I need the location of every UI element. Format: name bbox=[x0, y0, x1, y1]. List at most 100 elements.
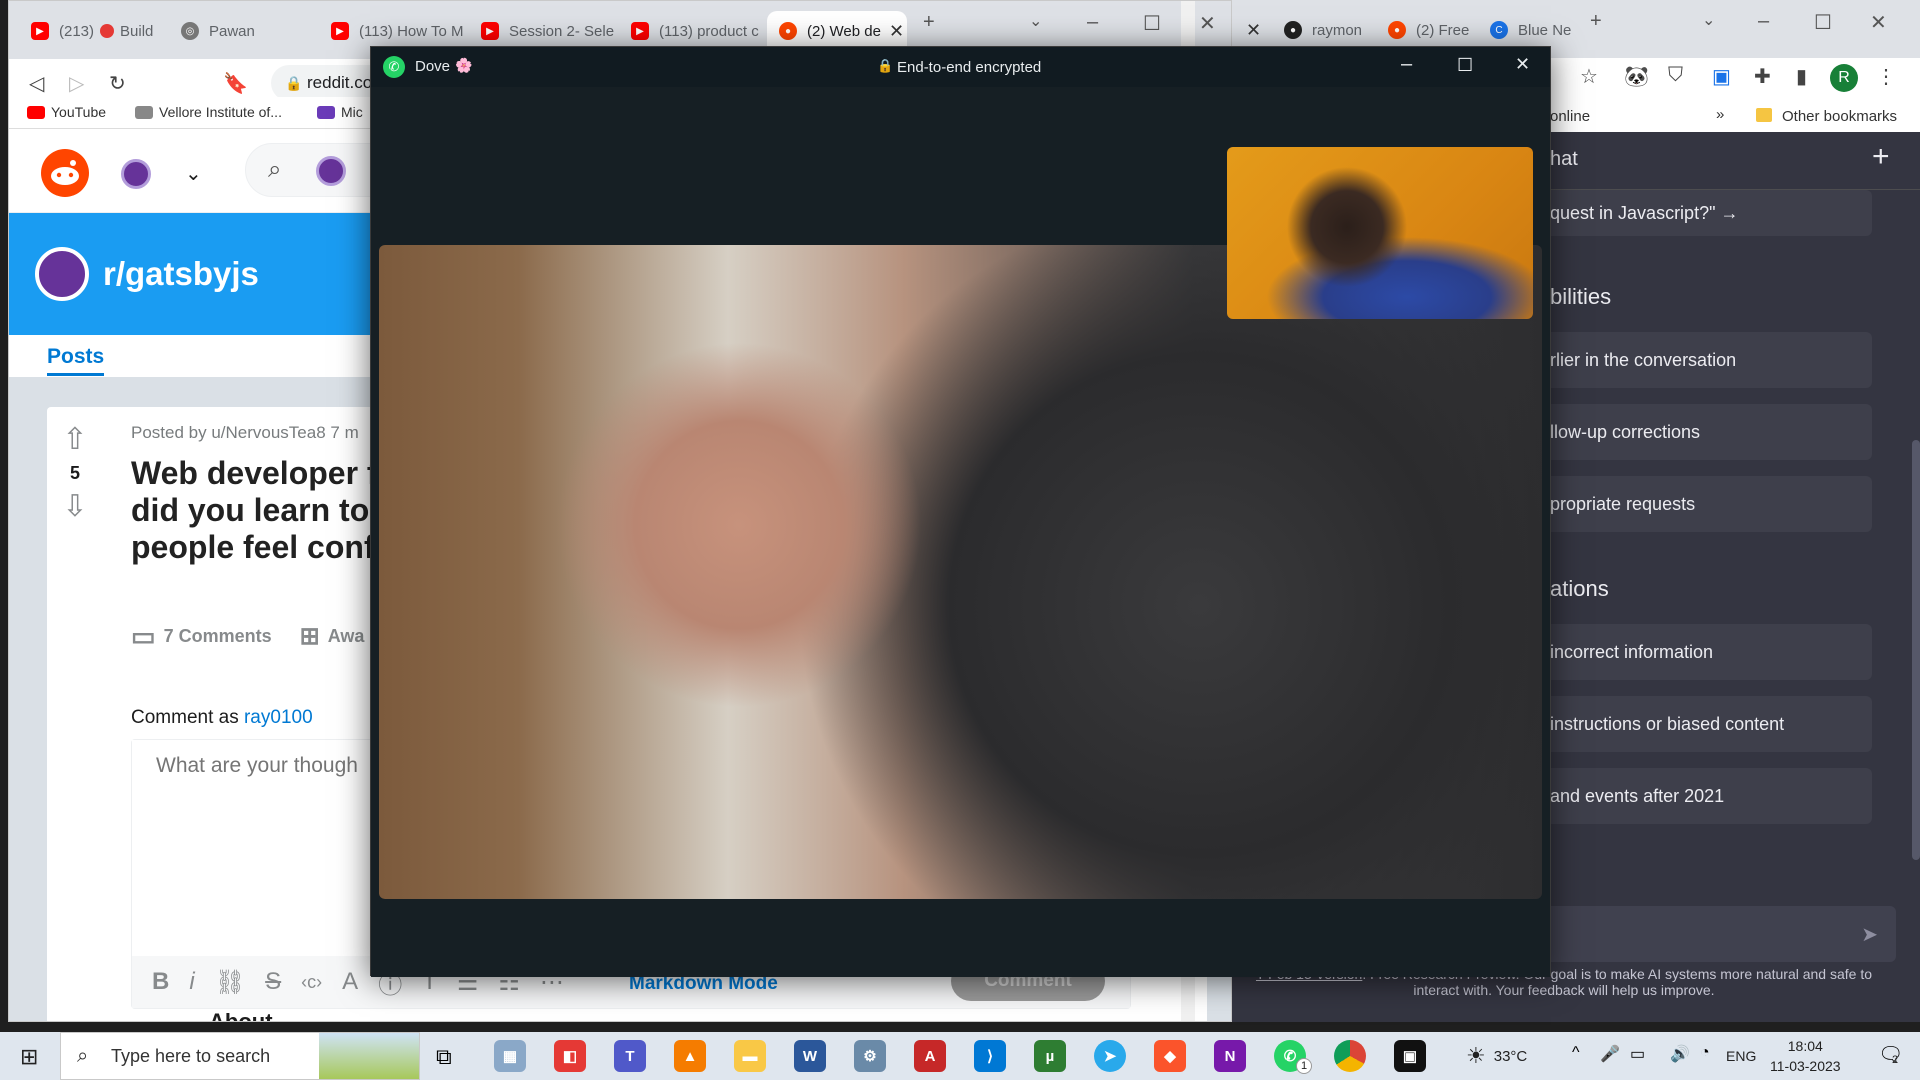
bookmark-mic[interactable]: Mic bbox=[317, 104, 363, 120]
back-icon[interactable]: ◁ bbox=[29, 71, 44, 96]
close-window-icon[interactable]: ✕ bbox=[1199, 11, 1216, 36]
bookmark-star-icon[interactable]: ☆ bbox=[1580, 64, 1598, 89]
new-tab-icon[interactable]: + bbox=[1590, 10, 1602, 33]
post-actions: ▭ 7 Comments ⊞ Awa bbox=[131, 621, 364, 652]
utorrent-icon[interactable]: µ bbox=[1034, 1040, 1066, 1072]
chat-scrollbar[interactable] bbox=[1912, 440, 1920, 860]
community-icon[interactable] bbox=[121, 159, 151, 189]
other-bookmarks[interactable]: Other bookmarks bbox=[1782, 108, 1897, 125]
wifi-icon[interactable]: ◔ bbox=[1700, 1044, 1710, 1062]
comments-button[interactable]: ▭ 7 Comments bbox=[131, 621, 272, 652]
bookmark-icon[interactable]: 🔖 bbox=[223, 71, 248, 96]
tab-blue-ne[interactable]: C Blue Ne bbox=[1478, 10, 1578, 50]
search-icon: ⌕ bbox=[77, 1045, 89, 1067]
notifications-icon[interactable]: 🗨 bbox=[1878, 1042, 1903, 1067]
remote-video-feed bbox=[379, 245, 1542, 899]
maximize-icon[interactable]: ☐ bbox=[1143, 11, 1161, 36]
code-icon[interactable]: ‹c› bbox=[301, 972, 322, 993]
language-indicator[interactable]: ENG bbox=[1726, 1032, 1756, 1080]
tab-how-to[interactable]: ▶ (113) How To M bbox=[319, 11, 469, 51]
tab-search-icon[interactable]: ⌄ bbox=[1029, 11, 1042, 31]
folder-icon bbox=[1756, 108, 1772, 122]
github-icon: ● bbox=[1284, 21, 1302, 39]
minimize-icon[interactable]: – bbox=[1087, 11, 1098, 34]
comment-as-label: Comment as ray0100 bbox=[131, 707, 313, 728]
downvote-icon[interactable]: ⇩ bbox=[61, 490, 89, 524]
windows-start-icon[interactable]: ⊞ bbox=[20, 1044, 38, 1070]
gatsby-icon bbox=[35, 247, 89, 301]
whatsapp-badge: 1 bbox=[1296, 1058, 1312, 1074]
bookmark-youtube[interactable]: YouTube bbox=[27, 104, 106, 120]
tab-posts[interactable]: Posts bbox=[47, 345, 105, 376]
strikethrough-icon[interactable]: S bbox=[265, 968, 281, 996]
font-icon[interactable]: A bbox=[342, 968, 358, 996]
tab-web-dev[interactable]: ● (2) Web de ✕ bbox=[767, 11, 907, 51]
minimize-icon[interactable]: – bbox=[1758, 10, 1769, 33]
app-red-icon[interactable]: ◧ bbox=[554, 1040, 586, 1072]
brave-icon[interactable]: ◆ bbox=[1154, 1040, 1186, 1072]
word-icon[interactable]: W bbox=[794, 1040, 826, 1072]
tab-github[interactable]: ● raymon bbox=[1272, 10, 1372, 50]
send-icon[interactable]: ➤ bbox=[1861, 922, 1878, 947]
chrome-icon[interactable] bbox=[1334, 1040, 1366, 1072]
clock[interactable]: 18:04 11-03-2023 bbox=[1770, 1032, 1841, 1080]
terminal-icon[interactable]: ▣ bbox=[1394, 1040, 1426, 1072]
shield-icon[interactable]: ⛉ bbox=[1668, 64, 1683, 87]
chevron-up-icon[interactable]: ^ bbox=[1572, 1044, 1580, 1062]
taskbar-search[interactable]: ⌕ Type here to search bbox=[60, 1032, 420, 1080]
bold-icon[interactable]: B bbox=[152, 968, 169, 996]
photos-icon[interactable]: ▦ bbox=[494, 1040, 526, 1072]
tab-session[interactable]: ▶ Session 2- Sele bbox=[469, 11, 619, 51]
forward-icon[interactable]: ▷ bbox=[69, 71, 84, 96]
file-explorer-icon[interactable]: ▬ bbox=[734, 1040, 766, 1072]
app-gear-icon[interactable]: ⚙ bbox=[854, 1040, 886, 1072]
save-icon[interactable]: ▣ bbox=[1712, 64, 1731, 89]
tab-product[interactable]: ▶ (113) product c bbox=[619, 11, 769, 51]
link-icon[interactable]: ⛓ bbox=[215, 968, 245, 997]
chevron-right-icon[interactable]: » bbox=[1716, 106, 1724, 123]
task-view-icon[interactable]: ⧉ bbox=[436, 1044, 452, 1070]
telegram-icon[interactable]: ➤ bbox=[1094, 1040, 1126, 1072]
maximize-icon[interactable]: ☐ bbox=[1814, 10, 1832, 35]
new-chat-plus-icon[interactable]: + bbox=[1872, 140, 1890, 174]
maximize-icon[interactable]: ☐ bbox=[1457, 55, 1473, 76]
tab-youtube-build[interactable]: ▶ (213) Build bbox=[19, 11, 169, 51]
vscode-icon[interactable]: ⟩ bbox=[974, 1040, 1006, 1072]
minimize-icon[interactable]: – bbox=[1401, 53, 1412, 76]
close-window-icon[interactable]: ✕ bbox=[1870, 10, 1887, 35]
upvote-icon[interactable]: ⇧ bbox=[61, 423, 89, 457]
puzzle-icon[interactable]: ✚ bbox=[1754, 64, 1771, 89]
weather-sun-icon: ☀ bbox=[1466, 1043, 1486, 1068]
close-tab-icon[interactable]: ✕ bbox=[1246, 20, 1261, 41]
post-meta: Posted by u/NervousTea8 7 m bbox=[131, 423, 359, 442]
teams-icon[interactable]: T bbox=[614, 1040, 646, 1072]
acrobat-icon[interactable]: A bbox=[914, 1040, 946, 1072]
vlc-icon[interactable]: ▲ bbox=[674, 1040, 706, 1072]
close-window-icon[interactable]: ✕ bbox=[1515, 54, 1530, 75]
comment-icon: ▭ bbox=[131, 621, 156, 651]
chevron-down-icon[interactable]: ⌄ bbox=[185, 161, 202, 186]
menu-kebab-icon[interactable]: ⋮ bbox=[1876, 64, 1896, 89]
award-button[interactable]: ⊞ Awa bbox=[300, 621, 365, 652]
reload-icon[interactable]: ↻ bbox=[109, 71, 126, 96]
reddit-logo-icon[interactable] bbox=[41, 149, 89, 197]
battery-icon[interactable]: ▭ bbox=[1630, 1044, 1645, 1064]
bookmark-vit[interactable]: Vellore Institute of... bbox=[135, 104, 282, 120]
tab-search-icon[interactable]: ⌄ bbox=[1702, 10, 1715, 30]
extension-panda-icon[interactable]: 🐼 bbox=[1624, 64, 1649, 89]
side-panel-icon[interactable]: ▮ bbox=[1796, 64, 1807, 89]
microphone-icon[interactable]: 🎤 bbox=[1600, 1044, 1620, 1064]
weather-widget[interactable]: ☀ 33°C bbox=[1466, 1032, 1527, 1080]
volume-icon[interactable]: 🔊 bbox=[1670, 1044, 1690, 1064]
record-icon bbox=[100, 24, 115, 38]
bookmark-online[interactable]: online bbox=[1550, 108, 1590, 125]
profile-avatar[interactable]: R bbox=[1830, 64, 1858, 92]
new-tab-icon[interactable]: + bbox=[923, 11, 935, 34]
tab-reddit-free[interactable]: ● (2) Free bbox=[1376, 10, 1476, 50]
onenote-icon[interactable]: N bbox=[1214, 1040, 1246, 1072]
italic-icon[interactable]: i bbox=[189, 968, 194, 996]
close-tab-icon[interactable]: ✕ bbox=[881, 21, 904, 42]
self-video-preview[interactable] bbox=[1227, 147, 1533, 319]
tab-pawan[interactable]: ◎ Pawan bbox=[169, 11, 319, 51]
username-link[interactable]: ray0100 bbox=[244, 707, 313, 728]
